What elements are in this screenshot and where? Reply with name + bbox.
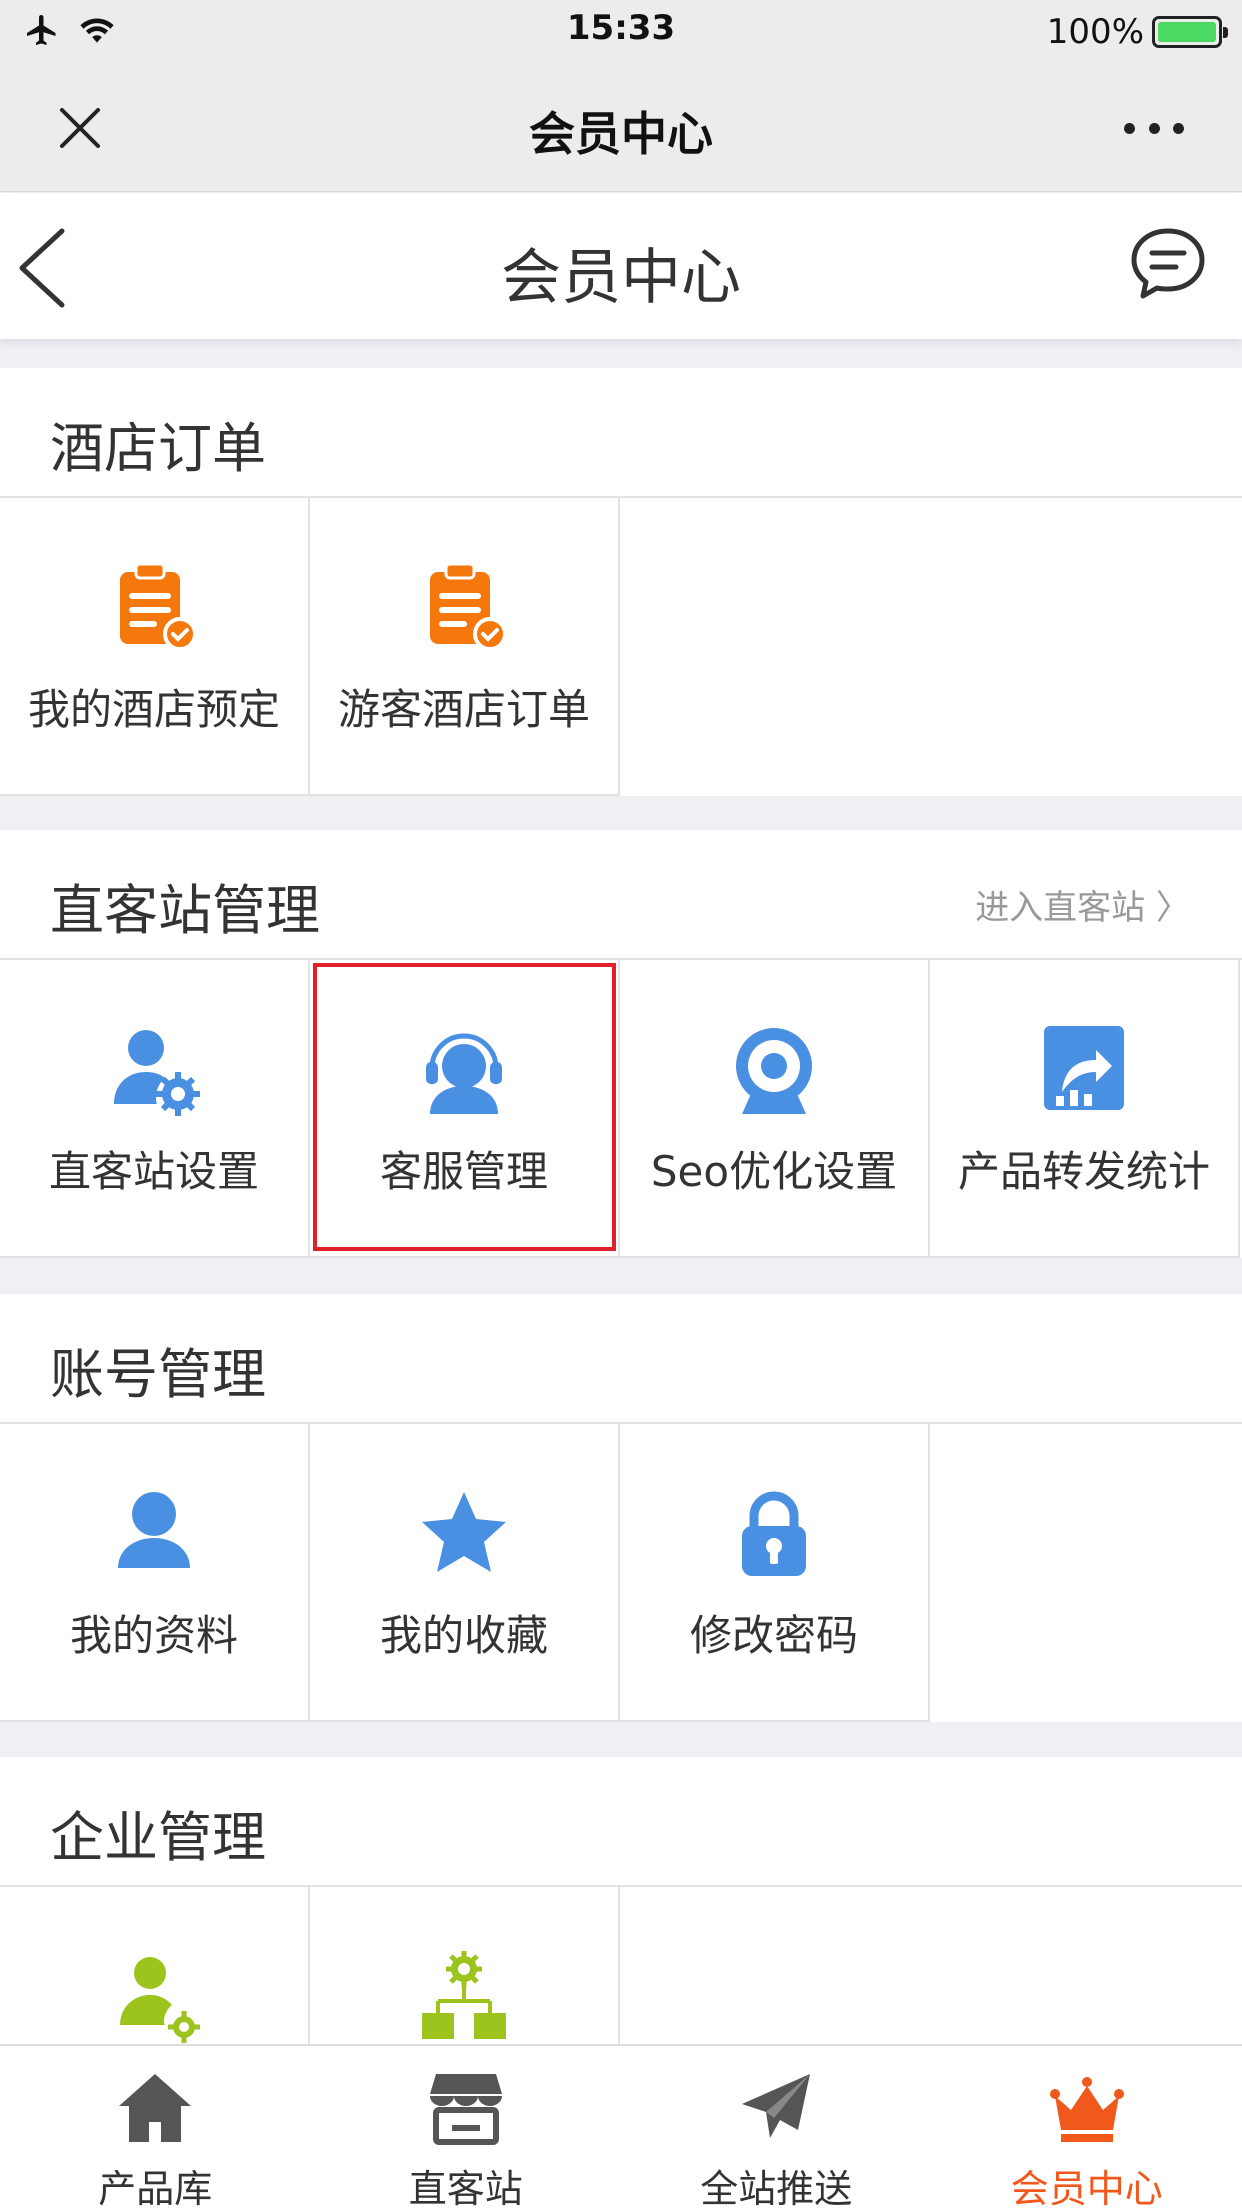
- tab-label: 直客站: [408, 2167, 523, 2208]
- section-header: 酒店订单: [0, 368, 1242, 498]
- org-chart-gear-icon: [310, 1949, 618, 2045]
- wechat-nav-bar: 会员中心: [0, 62, 1242, 192]
- store-icon: [311, 2068, 622, 2148]
- bottom-tab-bar: 产品库 直客站 全站推送 会员中心: [0, 2044, 1242, 2208]
- crown-icon: [932, 2068, 1242, 2148]
- tab-direct-site[interactable]: 直客站: [311, 2046, 622, 2208]
- tab-label: 会员中心: [1010, 2167, 1163, 2208]
- grid-item-my-favorites[interactable]: 我的收藏: [310, 1424, 620, 1722]
- tab-label: 全站推送: [700, 2167, 853, 2208]
- section-header: 企业管理: [0, 1757, 1242, 1887]
- grid-item-label: Seo优化设置: [650, 1147, 898, 1196]
- page-header: 会员中心: [0, 193, 1242, 339]
- grid-item-change-password[interactable]: 修改密码: [620, 1424, 930, 1722]
- message-icon[interactable]: [1126, 223, 1210, 307]
- page-title: 会员中心: [501, 243, 741, 313]
- section-title: 直客站管理: [50, 879, 320, 942]
- clipboard-check-icon: [0, 560, 308, 656]
- grid-empty: [930, 1424, 1240, 1722]
- home-icon: [0, 2068, 311, 2148]
- target-icon: [620, 1022, 928, 1118]
- grid-item-label: 游客酒店订单: [337, 685, 590, 734]
- battery-percent: 100%: [1046, 12, 1144, 52]
- lock-icon: [620, 1486, 928, 1582]
- grid-item-direct-site-settings[interactable]: 直客站设置: [0, 960, 310, 1258]
- grid-item-guest-hotel-orders[interactable]: 游客酒店订单: [310, 498, 620, 796]
- section-header: 账号管理: [0, 1294, 1242, 1424]
- section-title: 酒店订单: [50, 417, 266, 480]
- section-hotel-orders: 酒店订单 我的酒店预定 游客酒店订单: [0, 368, 1242, 796]
- clipboard-check-icon: [310, 560, 618, 656]
- enter-direct-site-link[interactable]: 进入直客站 〉: [975, 880, 1190, 929]
- section-title: 账号管理: [50, 1343, 266, 1406]
- grid-item-seo-settings[interactable]: Seo优化设置: [620, 960, 930, 1258]
- grid-item-label: 产品转发统计: [957, 1147, 1210, 1196]
- grid-item-label: 我的资料: [69, 1611, 238, 1660]
- grid-empty: [930, 498, 1240, 796]
- section-direct-site: 直客站管理 进入直客站 〉 直客站设置 客服管理 Seo优化设置 产品转发统计: [0, 830, 1242, 1258]
- section-header: 直客站管理 进入直客站 〉: [0, 830, 1242, 960]
- tab-site-push[interactable]: 全站推送: [621, 2046, 932, 2208]
- grid-item-label: 我的酒店预定: [27, 685, 280, 734]
- grid-item-label: 直客站设置: [48, 1147, 259, 1196]
- status-bar: 15:33 100%: [0, 0, 1242, 62]
- grid-item-my-profile[interactable]: 我的资料: [0, 1424, 310, 1722]
- grid-item-label: 修改密码: [689, 1611, 858, 1660]
- more-icon[interactable]: [1124, 118, 1184, 138]
- user-icon: [0, 1486, 308, 1582]
- section-account: 账号管理 我的资料 我的收藏 修改密码: [0, 1294, 1242, 1722]
- grid-empty: [620, 498, 930, 796]
- tab-product-library[interactable]: 产品库: [0, 2046, 311, 2208]
- share-chart-icon: [930, 1022, 1238, 1118]
- grid-item-my-hotel-booking[interactable]: 我的酒店预定: [0, 498, 310, 796]
- grid-item-label: 客服管理: [379, 1147, 548, 1196]
- grid-item-product-share-stats[interactable]: 产品转发统计: [930, 960, 1240, 1258]
- user-gear-icon: [0, 1022, 308, 1118]
- battery-icon: [1152, 16, 1228, 48]
- tab-member-center[interactable]: 会员中心: [932, 2046, 1242, 2208]
- grid-item-customer-service[interactable]: 客服管理: [310, 960, 620, 1258]
- tab-label: 产品库: [98, 2167, 213, 2208]
- people-gear-icon: [0, 1949, 308, 2045]
- paper-plane-icon: [621, 2068, 932, 2148]
- wechat-title: 会员中心: [529, 107, 713, 161]
- section-title: 企业管理: [50, 1806, 266, 1869]
- grid-item-label: 我的收藏: [379, 1611, 548, 1660]
- star-icon: [310, 1486, 618, 1582]
- headset-user-icon: [310, 1022, 618, 1118]
